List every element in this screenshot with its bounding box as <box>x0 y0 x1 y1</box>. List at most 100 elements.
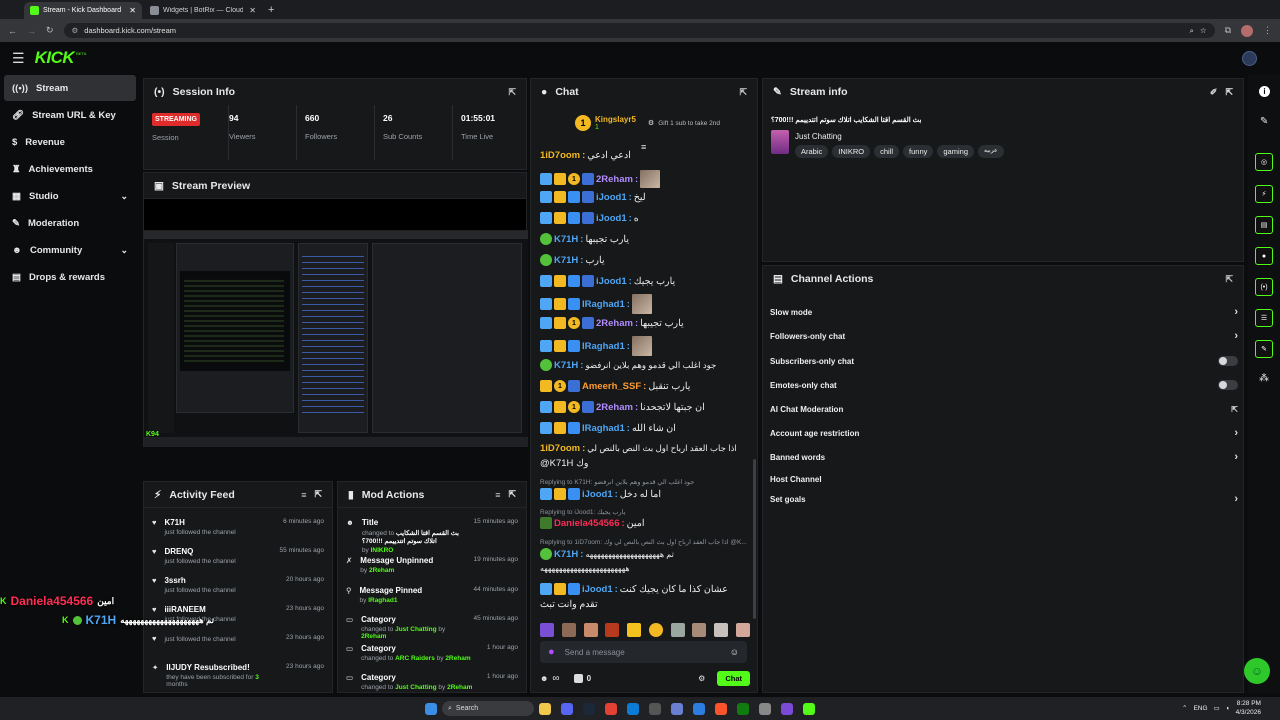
sidebar-item-community[interactable]: ☻ Community ⌄ <box>4 237 136 263</box>
chat-message[interactable]: K71H: جود اغلب الي قدمو وهم بلاين انرفضو <box>540 359 716 371</box>
stream-preview-video[interactable]: K94 <box>144 230 528 447</box>
chat-message[interactable]: 1 2Reham: يارب تجيبها <box>540 317 684 329</box>
top-gifter-bar[interactable]: 1 Kingslayr5 1 ⚙ Gift 1 sub to take 2nd <box>575 115 720 131</box>
discord-icon[interactable] <box>561 702 573 715</box>
edit-pencil-icon[interactable]: ✐ <box>1210 87 1218 98</box>
chevron-down-icon[interactable]: ⌄ <box>120 245 128 256</box>
more-tools-icon[interactable]: ⁂ <box>1259 373 1269 384</box>
chat-message[interactable]: iJood1: ليخ <box>540 191 646 203</box>
store-icon[interactable] <box>693 702 705 715</box>
emote-icon[interactable] <box>648 623 663 637</box>
popout-icon[interactable]: ⇱ <box>1225 87 1233 98</box>
popout-icon[interactable]: ⇱ <box>508 489 516 500</box>
help-chat-button[interactable]: ☺ <box>1244 658 1270 684</box>
tag[interactable]: Arabic <box>795 145 829 158</box>
new-tab-icon[interactable]: + <box>268 4 274 16</box>
emotes-only-toggle[interactable] <box>1218 380 1238 390</box>
emote-icon[interactable] <box>670 623 685 637</box>
chat-message[interactable]: iJood1: يارب يجيك <box>540 275 675 287</box>
emoji-icon[interactable]: ☺ <box>730 647 739 657</box>
user-avatar[interactable] <box>1242 51 1257 66</box>
sidebar-item-studio[interactable]: ▦ Studio ⌄ <box>4 183 136 209</box>
chat-message[interactable]: 1 2Reham: ان جبتها لاتجحدنا <box>540 401 705 413</box>
browser-tab-botrix[interactable]: Widgets | BotRix — Cloud Strea ✕ <box>144 2 262 19</box>
action-set-goals[interactable]: Set goals › <box>770 488 1238 510</box>
site-info-icon[interactable]: ⚙ <box>72 26 79 35</box>
points-icon[interactable] <box>573 673 583 683</box>
sidebar-item-drops-rewards[interactable]: ▤ Drops & rewards <box>4 264 136 290</box>
chat-message[interactable]: iJood1: عشان كذا ما كان يجيك كنت <box>540 583 728 595</box>
app-icon[interactable] <box>649 702 661 715</box>
chat-message[interactable]: 1 2Reham: <box>540 170 661 188</box>
back-icon[interactable]: ← <box>8 26 17 36</box>
edge-icon[interactable] <box>627 702 639 715</box>
windows-start-icon[interactable] <box>425 702 437 715</box>
emote-icon[interactable] <box>692 623 707 637</box>
chat-message[interactable]: IRaghad1: <box>540 294 652 314</box>
app-icon[interactable] <box>671 702 683 715</box>
action-slow-mode[interactable]: Slow mode › <box>770 301 1238 323</box>
popout-icon[interactable]: ⇱ <box>314 489 322 500</box>
sidebar-item-stream[interactable]: ((•)) Stream <box>4 75 136 101</box>
action-ai-moderation[interactable]: AI Chat Moderation ⇱ <box>770 398 1238 420</box>
popout-icon[interactable]: ⇱ <box>508 87 516 98</box>
action-host-channel[interactable]: Host Channel <box>770 468 1238 490</box>
tool-list-icon[interactable]: ☰ <box>1255 309 1273 327</box>
chat-message[interactable]: IRaghad1: <box>540 336 652 356</box>
brave-icon[interactable] <box>715 702 727 715</box>
chat-send-button[interactable]: Chat <box>717 670 750 686</box>
extensions-icon[interactable]: ⧉ <box>1225 25 1231 36</box>
tag[interactable]: عربيه <box>978 145 1004 158</box>
chrome-icon[interactable] <box>605 702 617 715</box>
profile-avatar[interactable] <box>1241 24 1253 37</box>
chat-message[interactable]: 1 Ameerh_SSF: يارب تنقبل <box>540 380 690 392</box>
chat-message[interactable]: Daniela454566: امين <box>540 517 645 529</box>
reply-context[interactable]: Replying to K71H: جود اغلب الي قدمو وهم … <box>540 478 694 486</box>
tag[interactable]: chill <box>874 145 900 158</box>
tool-broadcast-icon[interactable]: (•) <box>1255 278 1273 296</box>
tag[interactable]: gaming <box>937 145 974 158</box>
browser-tab-kick[interactable]: Stream - Kick Dashboard ✕ <box>24 2 142 19</box>
emote-icon[interactable] <box>714 623 729 637</box>
tool-notes-icon[interactable]: ▤ <box>1255 216 1273 234</box>
emote-icon[interactable] <box>735 623 750 637</box>
action-account-age[interactable]: Account age restriction › <box>770 422 1238 444</box>
emote-icon[interactable] <box>583 623 598 637</box>
chat-message[interactable]: K71H: يارب تجيبها <box>540 233 629 245</box>
popout-icon[interactable]: ⇱ <box>1225 274 1233 285</box>
chat-message[interactable]: 1iD7oom: ادعي ادعي <box>540 150 631 161</box>
zoom-icon[interactable]: ⌕ <box>1190 26 1194 36</box>
subscribers-only-toggle[interactable] <box>1218 356 1238 366</box>
filter-icon[interactable]: ≡ <box>495 490 500 500</box>
sidebar-item-revenue[interactable]: $ Revenue <box>4 129 136 155</box>
chat-message[interactable]: iJood1: اما له دخل <box>540 488 661 500</box>
chevron-down-icon[interactable]: ⌄ <box>120 191 128 202</box>
action-banned-words[interactable]: Banned words › <box>770 446 1238 468</box>
chat-message[interactable]: iJood1: ه <box>540 212 639 224</box>
taskbar-search[interactable]: ⌕ Search <box>442 701 534 716</box>
chat-message[interactable]: 1iD7oom: اذا جاب العقد ارباح اول بث النص… <box>540 443 737 454</box>
hamburger-menu-icon[interactable]: ☰ <box>12 50 25 67</box>
reload-icon[interactable]: ↻ <box>46 25 54 36</box>
tool-chat-icon[interactable]: ● <box>1255 247 1273 265</box>
steam-icon[interactable] <box>583 702 595 715</box>
forward-icon[interactable]: → <box>27 26 36 36</box>
sidebar-item-achievements[interactable]: ♜ Achievements <box>4 156 136 182</box>
chat-input[interactable]: ● Send a message ☺ <box>540 641 747 663</box>
microphone-icon[interactable]: ● <box>548 646 555 658</box>
action-emotes-only[interactable]: Emotes-only chat <box>770 374 1238 396</box>
chat-scrollbar[interactable] <box>753 459 756 619</box>
chat-message[interactable]: K71H: تم ههههههههههههههههههههه <box>540 548 674 560</box>
address-bar[interactable]: ⚙ dashboard.kick.com/stream ⌕ ☆ <box>63 23 1215 38</box>
file-explorer-icon[interactable] <box>539 702 551 715</box>
popout-icon[interactable]: ⇱ <box>739 87 747 98</box>
xbox-icon[interactable] <box>737 702 749 715</box>
chat-message[interactable]: IRaghad1: ان شاء الله <box>540 422 676 434</box>
tag[interactable]: funny <box>903 145 934 158</box>
browser-menu-icon[interactable]: ⋮ <box>1263 25 1272 36</box>
emote-icon[interactable] <box>627 623 642 637</box>
info-icon[interactable]: i <box>1259 86 1270 97</box>
close-tab-icon[interactable]: ✕ <box>249 6 256 15</box>
tool-camera-icon[interactable]: ◎ <box>1255 153 1273 171</box>
expand-pinned-icon[interactable]: ≡ <box>641 142 646 152</box>
